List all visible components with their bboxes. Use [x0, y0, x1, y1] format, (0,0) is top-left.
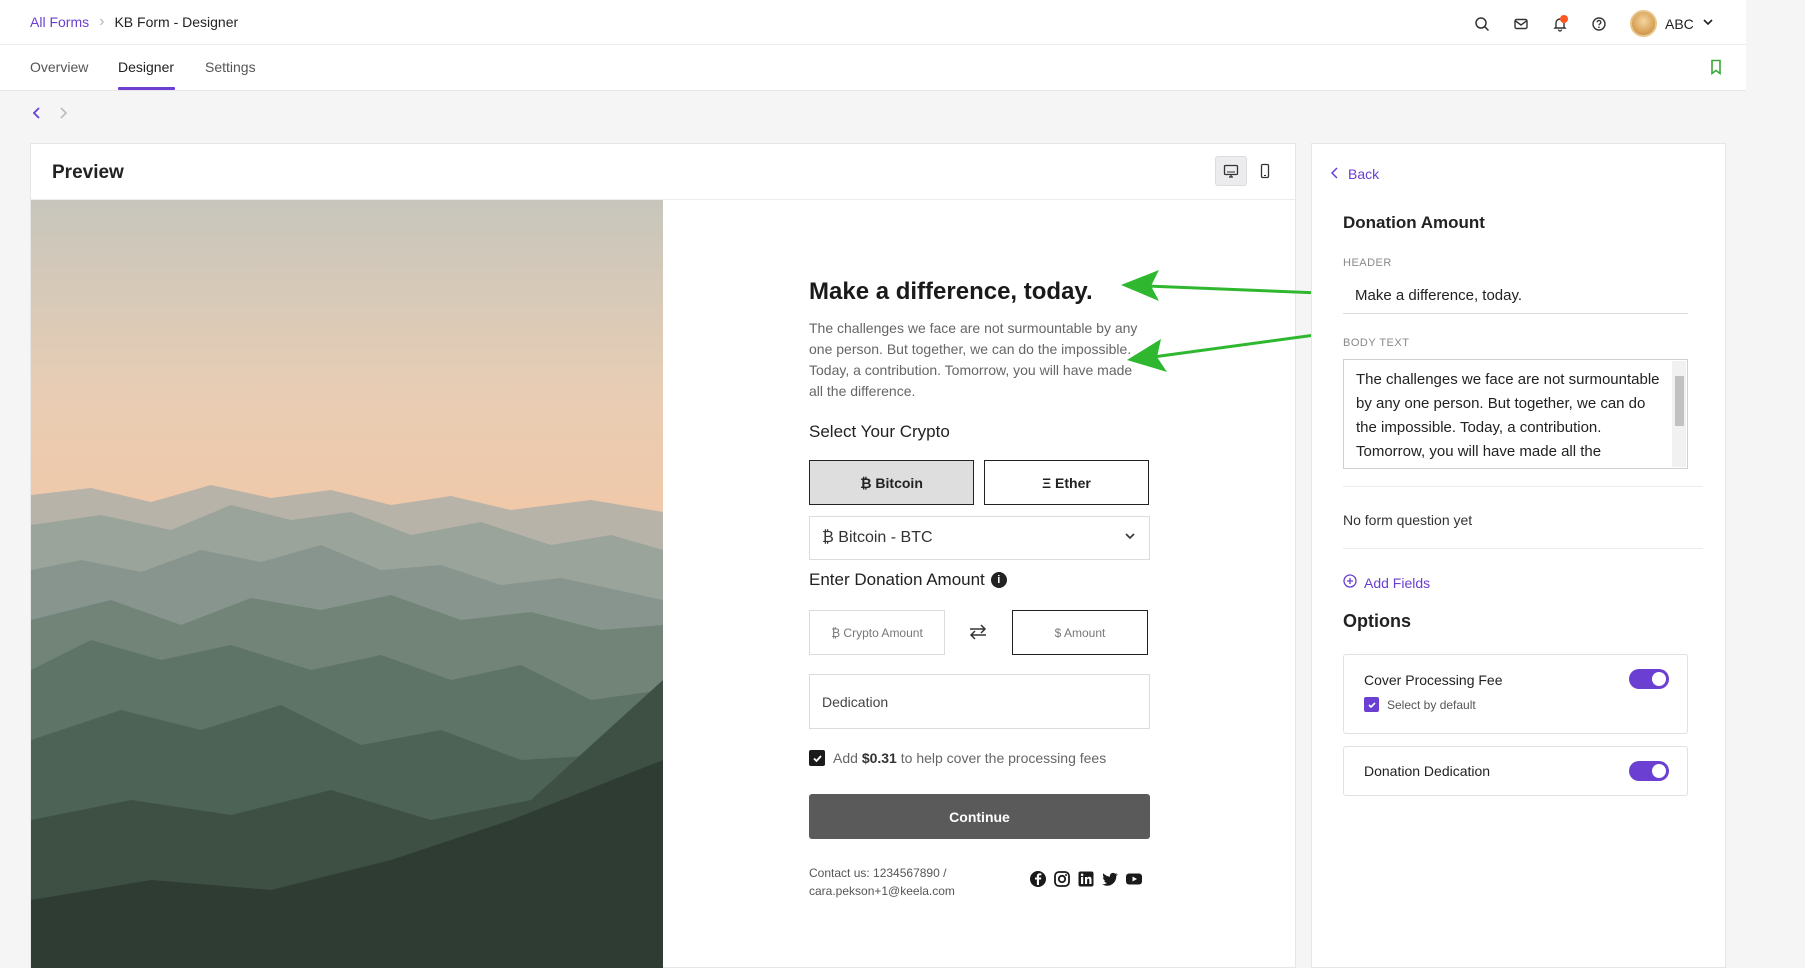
preview-panel: Preview Make a difference, today. The ch…	[30, 143, 1296, 968]
crypto-amount-input[interactable]: ₿ Crypto Amount	[809, 610, 945, 655]
swap-icon[interactable]	[967, 623, 989, 646]
divider	[1343, 486, 1703, 487]
textarea-scroll-thumb[interactable]	[1675, 376, 1684, 426]
crypto-tabs: ₿ Bitcoin Ξ Ether	[809, 460, 1149, 505]
no-question-text: No form question yet	[1343, 512, 1473, 528]
preview-header: Preview	[31, 144, 1295, 200]
mail-icon[interactable]	[1501, 12, 1540, 36]
donation-amount-label: Enter Donation Amount i	[809, 570, 1007, 590]
cover-fee-text: Add $0.31 to help cover the processing f…	[833, 750, 1106, 766]
avatar[interactable]	[1630, 10, 1657, 37]
contact-line-1: Contact us: 1234567890 /	[809, 866, 947, 880]
add-fields-button[interactable]: Add Fields	[1343, 574, 1430, 591]
add-fields-label: Add Fields	[1364, 574, 1431, 591]
form-body: The challenges we face are not surmounta…	[809, 320, 1138, 399]
fee-amount: $0.31	[861, 750, 897, 766]
fee-prefix: Add	[833, 750, 862, 766]
chevron-down-icon[interactable]	[1702, 15, 1714, 33]
search-icon[interactable]	[1462, 12, 1501, 36]
breadcrumb-current: KB Form - Designer	[114, 14, 239, 30]
breadcrumb: All Forms › KB Form - Designer	[30, 13, 239, 31]
chevron-down-icon	[1123, 529, 1137, 548]
tab-designer[interactable]: Designer	[118, 59, 174, 75]
contact-line-2: cara.pekson+1@keela.com	[809, 884, 955, 898]
back-link[interactable]: Back	[1330, 166, 1379, 182]
dedication-toggle[interactable]	[1629, 761, 1669, 781]
info-icon[interactable]: i	[990, 572, 1007, 588]
device-toggle	[1215, 156, 1281, 186]
crypto-select-value: ₿ Bitcoin - BTC	[822, 529, 933, 546]
settings-panel: Back Donation Amount HEADER Make a diffe…	[1311, 143, 1726, 968]
history-nav	[30, 106, 70, 125]
cover-fee-checkbox[interactable]	[809, 750, 825, 766]
top-icons: ABC	[1462, 10, 1714, 37]
select-by-default-row: Select by default	[1364, 697, 1476, 712]
dedication-option-label: Donation Dedication	[1364, 763, 1491, 779]
help-icon[interactable]	[1579, 12, 1618, 36]
chevron-left-icon	[1330, 166, 1340, 182]
twitter-icon[interactable]	[1101, 870, 1119, 888]
chevron-right-icon: ›	[99, 13, 105, 30]
amount-row: ₿ Crypto Amount $ Amount	[809, 610, 1150, 655]
desktop-icon[interactable]	[1215, 156, 1247, 186]
tab-bar: Overview Designer Settings	[0, 45, 1746, 91]
continue-button[interactable]: Continue	[809, 794, 1150, 839]
hero-image	[31, 200, 663, 968]
youtube-icon[interactable]	[1125, 870, 1143, 888]
bell-icon[interactable]	[1540, 12, 1579, 36]
cover-fee-toggle[interactable]	[1629, 669, 1669, 689]
crypto-option-bitcoin[interactable]: ₿ Bitcoin	[809, 460, 974, 505]
mobile-icon[interactable]	[1249, 156, 1281, 186]
active-tab-indicator	[118, 87, 175, 90]
preview-title: Preview	[52, 162, 124, 183]
panel-title: Donation Amount	[1343, 213, 1485, 232]
header-field-label: HEADER	[1343, 257, 1392, 269]
user-name: ABC	[1665, 15, 1694, 32]
body-text-value: The challenges we face are not surmounta…	[1356, 371, 1660, 468]
select-by-default-checkbox[interactable]	[1364, 697, 1379, 712]
user-menu[interactable]: ABC	[1630, 10, 1714, 37]
divider	[1343, 548, 1703, 549]
fee-suffix: to help cover the processing fees	[896, 750, 1107, 766]
bookmark-icon[interactable]	[1709, 59, 1723, 80]
options-title: Options	[1343, 611, 1411, 631]
top-bar: All Forms › KB Form - Designer ABC	[0, 0, 1746, 45]
usd-amount-input[interactable]: $ Amount	[1012, 610, 1148, 655]
body-text-textarea[interactable]: The challenges we face are not surmounta…	[1343, 359, 1688, 469]
form-header: Make a difference, today.	[809, 278, 1093, 305]
facebook-icon[interactable]	[1029, 870, 1047, 888]
plus-circle-icon	[1343, 574, 1357, 591]
breadcrumb-all-forms[interactable]: All Forms	[30, 14, 89, 30]
header-input[interactable]: Make a difference, today.	[1343, 278, 1688, 314]
chevron-right-icon[interactable]	[56, 106, 70, 125]
donation-amount-label-text: Enter Donation Amount	[809, 570, 985, 589]
cover-fee-option-label: Cover Processing Fee	[1364, 672, 1503, 688]
social-links	[1029, 870, 1143, 888]
body-text-field-label: BODY TEXT	[1343, 337, 1410, 349]
contact-info: Contact us: 1234567890 / cara.pekson+1@k…	[809, 864, 989, 900]
select-crypto-label: Select Your Crypto	[809, 422, 950, 441]
chevron-left-icon[interactable]	[30, 106, 44, 125]
notification-dot	[1560, 14, 1568, 23]
tab-settings[interactable]: Settings	[205, 59, 256, 75]
cover-fee-row: Add $0.31 to help cover the processing f…	[809, 750, 1106, 766]
tab-overview[interactable]: Overview	[30, 59, 88, 75]
back-label: Back	[1348, 166, 1380, 182]
crypto-option-ether[interactable]: Ξ Ether	[984, 460, 1149, 505]
option-cover-processing-fee: Cover Processing Fee Select by default	[1343, 654, 1688, 734]
option-donation-dedication: Donation Dedication	[1343, 746, 1688, 796]
dedication-input[interactable]: Dedication	[809, 674, 1150, 729]
instagram-icon[interactable]	[1053, 870, 1071, 888]
crypto-currency-select[interactable]: ₿ Bitcoin - BTC	[809, 516, 1150, 560]
select-by-default-label: Select by default	[1387, 697, 1476, 712]
linkedin-icon[interactable]	[1077, 870, 1095, 888]
